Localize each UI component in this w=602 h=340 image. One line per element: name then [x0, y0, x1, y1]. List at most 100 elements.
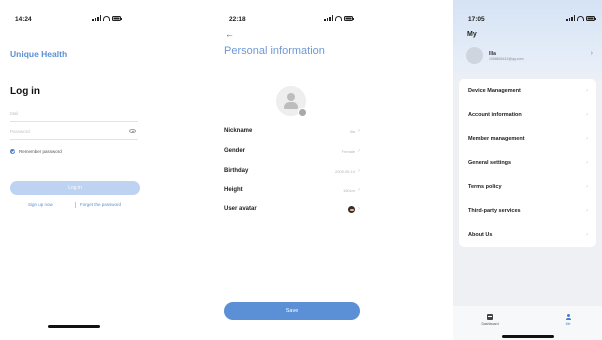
chevron-right-icon: ›: [586, 184, 588, 190]
menu-item-label: About Us: [468, 232, 493, 238]
menu-item-about-us[interactable]: About Us ›: [468, 229, 588, 241]
row-label: Nickname: [224, 128, 253, 134]
status-icons: [566, 15, 596, 21]
menu-item-device-management[interactable]: Device Management ›: [468, 85, 588, 97]
status-time: 22:18: [229, 16, 246, 23]
remember-label: Remember password: [19, 149, 62, 154]
profile-avatar[interactable]: [276, 86, 307, 117]
row-label: Birthday: [224, 168, 249, 174]
mail-placeholder: Mail: [10, 111, 19, 116]
status-bar: 14:24: [0, 14, 180, 26]
row-value: Illa: [349, 128, 355, 134]
menu-item-terms-policy[interactable]: Terms policy ›: [468, 181, 588, 193]
dashboard-icon: [487, 314, 493, 320]
row-value: 160cm: [342, 187, 355, 193]
row-value: 2005.06.10: [334, 168, 355, 174]
my-screen: 17:05 My Illa 1068804412@qq.com › Device…: [453, 0, 602, 340]
menu-item-general-settings[interactable]: General settings ›: [468, 157, 588, 169]
row-right: Illa ›: [350, 128, 360, 134]
menu-item-account-information[interactable]: Account information ›: [468, 109, 588, 121]
chevron-right-icon: ›: [358, 148, 360, 154]
birthday-row[interactable]: Birthday 2005.06.10 ›: [224, 164, 360, 178]
password-input[interactable]: Password: [10, 126, 138, 140]
avatar: [466, 47, 483, 64]
back-arrow-icon[interactable]: ←: [225, 30, 234, 39]
page-title: Personal information: [224, 45, 325, 57]
chevron-right-icon: ›: [358, 128, 360, 134]
camera-badge-icon[interactable]: [298, 108, 307, 117]
menu-item-label: Third-party services: [468, 208, 521, 214]
row-label: User avatar: [224, 206, 257, 212]
status-icons: [92, 15, 122, 21]
person-icon: [287, 93, 295, 101]
user-email: 1068804412@qq.com: [489, 57, 524, 61]
home-indicator[interactable]: [48, 325, 100, 328]
user-profile-card[interactable]: Illa 1068804412@qq.com ›: [460, 42, 597, 70]
battery-icon: [586, 15, 596, 21]
nickname-row[interactable]: Nickname Illa ›: [224, 124, 360, 138]
chevron-right-icon: ›: [586, 88, 588, 94]
signal-icon: [324, 15, 333, 21]
tab-dashboard[interactable]: Dashboard: [475, 314, 505, 326]
sign-up-link[interactable]: Sign up now: [28, 202, 53, 207]
remember-password-toggle[interactable]: Remember password: [10, 149, 62, 154]
wifi-icon: [103, 15, 110, 21]
row-label: Gender: [224, 148, 246, 154]
brand-title: Unique Health: [10, 49, 68, 59]
chevron-right-icon: ›: [586, 136, 588, 142]
menu-item-third-party-services[interactable]: Third-party services ›: [468, 205, 588, 217]
chevron-right-icon: ›: [586, 160, 588, 166]
checkbox-checked-icon[interactable]: [10, 149, 15, 154]
row-right: 160cm ›: [343, 187, 360, 193]
wifi-icon: [577, 15, 584, 21]
menu-item-label: Terms policy: [468, 184, 502, 190]
gender-row[interactable]: Gender Female ›: [224, 144, 360, 158]
tab-label: Dashboard: [481, 322, 499, 326]
row-right: Female ›: [342, 148, 360, 154]
mail-input[interactable]: Mail: [10, 108, 138, 122]
password-placeholder: Password: [10, 129, 30, 134]
menu-item-label: Account information: [468, 112, 522, 118]
home-indicator[interactable]: [502, 335, 554, 338]
wifi-icon: [335, 15, 342, 21]
chevron-right-icon: ›: [358, 187, 360, 193]
row-right: ›: [348, 205, 360, 213]
status-time: 17:05: [468, 16, 485, 23]
status-icons: [324, 15, 354, 21]
menu-item-member-management[interactable]: Member management ›: [468, 133, 588, 145]
page-title: Log in: [10, 86, 40, 97]
menu-item-label: Member management: [468, 136, 525, 142]
chevron-right-icon: ›: [586, 208, 588, 214]
height-row[interactable]: Height 160cm ›: [224, 183, 360, 197]
status-bar: 17:05: [453, 14, 602, 26]
eye-icon[interactable]: [129, 129, 136, 133]
person-icon-body: [284, 102, 298, 109]
chevron-right-icon: ›: [358, 168, 360, 174]
tab-label: Me: [565, 322, 571, 326]
row-label: Height: [224, 187, 243, 193]
login-screen: 14:24 Unique Health Log in Mail Password…: [0, 0, 180, 340]
me-icon: [565, 314, 571, 320]
row-value: Female: [341, 148, 355, 154]
chevron-right-icon: ›: [586, 232, 588, 238]
chevron-right-icon: ›: [358, 206, 360, 212]
settings-menu: Device Management › Account information …: [459, 79, 596, 247]
chevron-right-icon: ›: [586, 112, 588, 118]
personal-info-screen: 22:18 ← Personal information Nickname Il…: [212, 0, 372, 340]
save-button[interactable]: Save: [224, 302, 360, 320]
chevron-right-icon: ›: [590, 50, 593, 57]
links-divider: [75, 202, 76, 208]
login-button[interactable]: Log in: [10, 181, 140, 195]
battery-icon: [112, 15, 122, 21]
battery-icon: [344, 15, 354, 21]
forgot-password-link[interactable]: Forget the password: [80, 202, 121, 207]
status-bar: 22:18: [212, 14, 372, 26]
signal-icon: [92, 15, 101, 21]
user-avatar-row[interactable]: User avatar ›: [224, 202, 360, 216]
user-avatar-thumbnail-icon: [348, 205, 355, 213]
signal-icon: [566, 15, 575, 21]
menu-item-label: Device Management: [468, 88, 521, 94]
menu-item-label: General settings: [468, 160, 512, 166]
status-time: 14:24: [15, 16, 32, 23]
tab-me[interactable]: Me: [553, 314, 583, 326]
